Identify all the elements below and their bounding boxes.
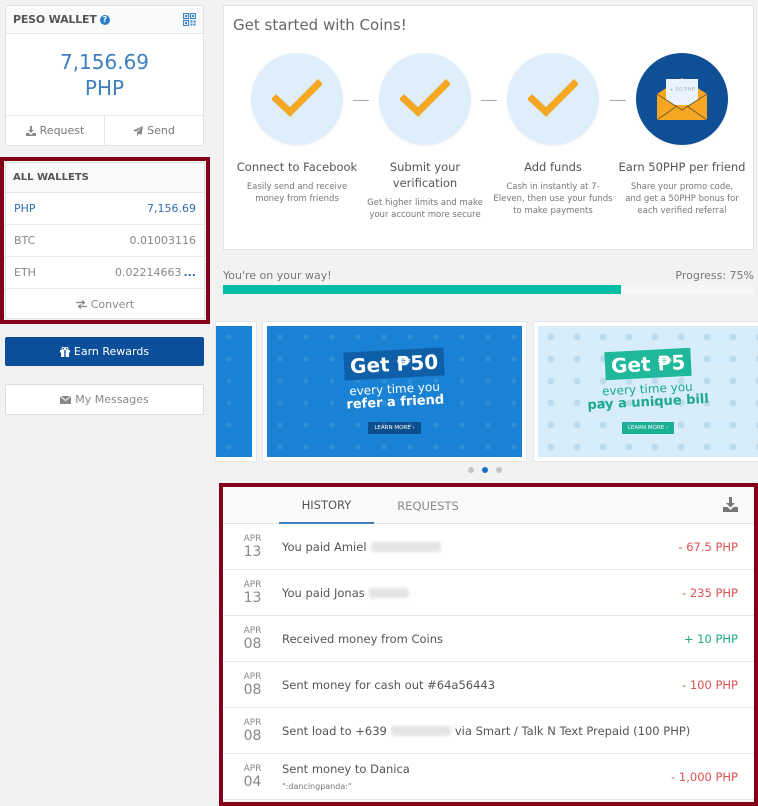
request-button[interactable]: Request [6, 116, 104, 145]
history-date: APR 08 [243, 626, 262, 652]
svg-text:+ 50 PHP: + 50 PHP [669, 87, 696, 93]
history-description: Sent money for cash out #64a56443 [282, 677, 496, 692]
qrcode-icon[interactable] [183, 13, 196, 26]
redacted-text [368, 587, 409, 598]
download-icon [25, 125, 36, 136]
history-amount: - 67.5 PHP [678, 539, 738, 554]
get-started-card: Get started with Coins! Connect to Faceb… [223, 5, 754, 250]
redacted-text [390, 725, 451, 736]
step-submit-verification[interactable]: Submit your verification Get higher limi… [361, 53, 489, 221]
history-amount: - 235 PHP [682, 585, 738, 600]
get-started-title: Get started with Coins! [233, 16, 407, 34]
progress-label: Progress: 75% [675, 269, 754, 282]
peso-balance-amount: 7,156.69 [59, 49, 150, 74]
tab-requests[interactable]: REQUESTS [386, 487, 470, 524]
carousel-dot[interactable] [496, 467, 502, 473]
history-tabs: HISTORY REQUESTS [223, 487, 754, 524]
checkmark-icon [272, 79, 322, 117]
step-earn-referral[interactable]: + 50 PHP Earn 50PHP per friend Share you… [618, 53, 746, 217]
progress-bar [223, 285, 754, 294]
step-connect-facebook[interactable]: Connect to Facebook Easily send and rece… [233, 53, 361, 205]
history-card: HISTORY REQUESTS APR 13 You paid Amiel -… [223, 487, 754, 802]
history-row[interactable]: APR 08 Sent load to +639 via Smart / Tal… [223, 708, 754, 754]
all-wallets-card: ALL WALLETS PHP 7,156.69 BTC 0.01003116 … [5, 162, 205, 319]
wallet-row-php[interactable]: PHP 7,156.69 [6, 193, 204, 225]
history-amount: - 100 PHP [682, 677, 738, 692]
all-wallets-title: ALL WALLETS [6, 163, 204, 193]
progress-message: You're on your way! [223, 269, 332, 282]
send-button[interactable]: Send [104, 116, 203, 145]
history-row[interactable]: APR 13 You paid Jonas - 235 PHP [223, 570, 754, 616]
history-description: You paid Jonas [282, 586, 682, 600]
carousel-dot-active[interactable] [482, 467, 488, 473]
history-note: ":dancingpanda:" [282, 782, 352, 791]
gift-icon [59, 346, 70, 357]
paper-plane-icon [133, 125, 144, 136]
peso-wallet-header: PESO WALLET ? [6, 6, 203, 34]
download-icon[interactable] [723, 497, 738, 512]
peso-balance-currency: PHP [84, 75, 125, 100]
peso-wallet-title: PESO WALLET [13, 13, 97, 26]
more-ellipsis[interactable]: ... [183, 266, 196, 279]
peso-balance: 7,156.69 PHP [6, 34, 203, 115]
history-row[interactable]: APR 08 Received money from Coins + 10 PH… [223, 616, 754, 662]
banner-previous[interactable] [215, 321, 257, 462]
history-date: APR 08 [243, 672, 262, 698]
checkmark-icon [528, 79, 578, 117]
history-row[interactable]: APR 04 Sent money to Danica ":dancingpan… [223, 754, 754, 800]
history-list: APR 13 You paid Amiel - 67.5 PHP APR 13 … [223, 524, 754, 800]
checkmark-icon [400, 79, 450, 117]
history-amount: - 1,000 PHP [671, 769, 738, 784]
history-description: Received money from Coins [282, 631, 443, 646]
wallet-row-btc[interactable]: BTC 0.01003116 [6, 225, 204, 257]
history-date: APR 13 [243, 534, 262, 560]
redacted-text [370, 541, 441, 552]
progress-bar-fill [223, 285, 622, 294]
history-date: APR 08 [243, 718, 262, 744]
history-row[interactable]: APR 08 Sent money for cash out #64a56443… [223, 662, 754, 708]
banner-refer-friend[interactable]: Get ₱50 every time you refer a friend LEA… [262, 321, 527, 462]
envelope-money-icon: + 50 PHP [656, 78, 708, 121]
exchange-icon [75, 299, 87, 309]
history-description: Sent load to +639 via Smart / Talk N Tex… [282, 723, 691, 738]
my-messages-button[interactable]: My Messages [5, 384, 204, 415]
banner-unique-bill[interactable]: Get ₱5 every time you pay a unique bill L… [533, 321, 758, 462]
history-row[interactable]: APR 13 You paid Amiel - 67.5 PHP [223, 524, 754, 570]
wallet-row-eth[interactable]: ETH 0.02214663... [6, 257, 204, 289]
history-amount: + 10 PHP [683, 631, 738, 646]
envelope-icon [60, 395, 72, 404]
history-date: APR 04 [243, 764, 262, 790]
step-add-funds[interactable]: Add funds Cash in instantly at 7-Eleven,… [489, 53, 617, 217]
carousel-dot[interactable] [468, 467, 474, 473]
question-circle-icon[interactable]: ? [99, 14, 110, 25]
convert-button[interactable]: Convert [6, 289, 204, 319]
history-description: Sent money to Danica ":dancingpanda:" [282, 762, 671, 791]
earn-rewards-button[interactable]: Earn Rewards [5, 337, 204, 366]
tab-history[interactable]: HISTORY [279, 487, 374, 524]
carousel-dots [468, 467, 502, 473]
history-date: APR 13 [243, 580, 262, 606]
peso-wallet-card: PESO WALLET ? 7,156.69 PHP Request Send [5, 5, 204, 146]
banner-headline: Get ₱5 [604, 347, 692, 380]
history-description: You paid Amiel [282, 540, 678, 554]
banner-headline: Get ₱50 [343, 346, 446, 381]
